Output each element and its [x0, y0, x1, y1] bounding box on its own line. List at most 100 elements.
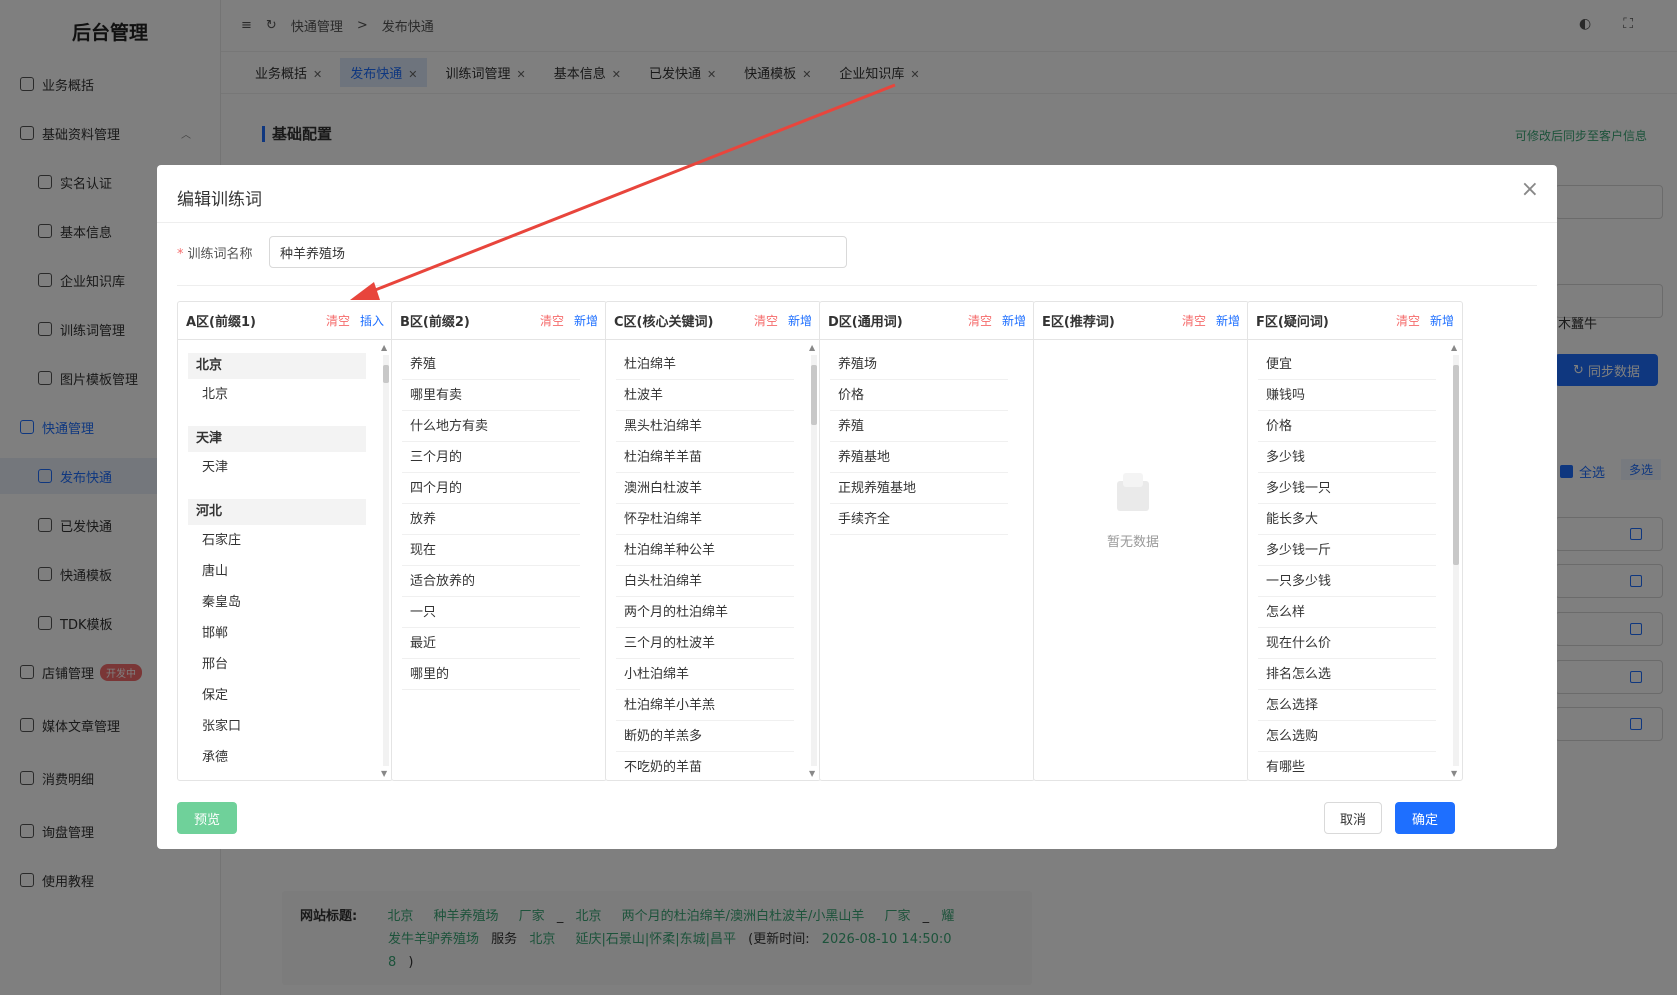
add-button[interactable]: 新增 — [1002, 312, 1026, 329]
list-item[interactable]: 白头杜泊绵羊 — [616, 566, 794, 597]
list-item[interactable]: 三个月的 — [402, 442, 580, 473]
clear-button[interactable]: 清空 — [1396, 312, 1420, 329]
clear-button[interactable]: 清空 — [326, 312, 350, 329]
list-item[interactable]: 石家庄 — [188, 525, 366, 556]
list-item[interactable]: 唐山 — [188, 556, 366, 587]
list-item[interactable]: 怀孕杜泊绵羊 — [616, 504, 794, 535]
list-item[interactable]: 价格 — [1258, 411, 1436, 442]
list-item[interactable]: 现在 — [402, 535, 580, 566]
list-item[interactable]: 有哪些 — [1258, 752, 1436, 780]
list-item[interactable]: 养殖 — [402, 349, 580, 380]
clear-button[interactable]: 清空 — [754, 312, 778, 329]
list-item[interactable]: 养殖 — [830, 411, 1008, 442]
list-item[interactable]: 放养 — [402, 504, 580, 535]
scroll-up-icon[interactable]: ▲ — [381, 343, 387, 352]
list-item[interactable]: 天津 — [188, 452, 366, 483]
list-item[interactable]: 怎么样 — [1258, 597, 1436, 628]
list-item[interactable]: 怎么选择 — [1258, 690, 1436, 721]
divider — [157, 222, 1557, 223]
list-item[interactable]: 多少钱一只 — [1258, 473, 1436, 504]
scrollbar[interactable]: ▲ ▼ — [808, 343, 818, 778]
list-item[interactable]: 一只 — [402, 597, 580, 628]
zone-title: B区(前缀2) — [400, 315, 470, 330]
scrollbar[interactable]: ▲ ▼ — [380, 343, 390, 778]
zone-column-0: A区(前缀1) 清空 插入 北京 北京 天津 天津 河北 石家庄 唐山 秦皇岛 邯郸 邢台 保定 张家口 承德… — [177, 301, 393, 781]
list-item[interactable]: 三个月的杜波羊 — [616, 628, 794, 659]
empty-state: 暂无数据 — [1034, 471, 1232, 550]
list-item[interactable]: 黑头杜泊绵羊 — [616, 411, 794, 442]
zone-column-5: F区(疑问词) 清空 新增便宜 赚钱吗 价格 多少钱 多少钱一只 能长多大 多少钱一斤 一只多少钱… — [1247, 301, 1463, 781]
zone-title: D区(通用词) — [828, 315, 903, 330]
confirm-button[interactable]: 确定 — [1395, 802, 1455, 834]
divider — [177, 285, 1537, 286]
preview-button[interactable]: 预览 — [177, 802, 237, 834]
list-item[interactable]: 杜泊绵羊小羊羔 — [616, 690, 794, 721]
add-button[interactable]: 新增 — [1430, 312, 1454, 329]
list-item[interactable]: 养殖场 — [830, 349, 1008, 380]
list-item[interactable]: 四个月的 — [402, 473, 580, 504]
list-item[interactable]: 最近 — [402, 628, 580, 659]
list-item[interactable]: 杜泊绵羊 — [616, 349, 794, 380]
scroll-up-icon[interactable]: ▲ — [809, 343, 815, 352]
insert-button[interactable]: 插入 — [360, 312, 384, 329]
list-item[interactable]: 适合放养的 — [402, 566, 580, 597]
scroll-down-icon[interactable]: ▼ — [1451, 769, 1457, 778]
scroll-down-icon[interactable]: ▼ — [809, 769, 815, 778]
list-item[interactable]: 哪里的 — [402, 659, 580, 690]
clear-button[interactable]: 清空 — [1182, 312, 1206, 329]
list-item[interactable]: 现在什么价 — [1258, 628, 1436, 659]
list-item[interactable]: 杜泊绵羊羊苗 — [616, 442, 794, 473]
list-item[interactable]: 不吃奶的羊苗 — [616, 752, 794, 780]
add-button[interactable]: 新增 — [574, 312, 598, 329]
list-item[interactable]: 张家口 — [188, 711, 366, 742]
list-item[interactable]: 多少钱一斤 — [1258, 535, 1436, 566]
list-item[interactable]: 手续齐全 — [830, 504, 1008, 535]
list-item[interactable]: 邢台 — [188, 649, 366, 680]
zone-header: F区(疑问词) 清空 新增 — [1248, 302, 1462, 340]
cancel-button[interactable]: 取消 — [1324, 802, 1382, 834]
list-item[interactable]: 断奶的羊羔多 — [616, 721, 794, 752]
scroll-up-icon[interactable]: ▲ — [1451, 343, 1457, 352]
empty-text: 暂无数据 — [1106, 535, 1159, 550]
list-item[interactable]: 承德 — [188, 742, 366, 773]
add-button[interactable]: 新增 — [788, 312, 812, 329]
list-item[interactable]: 小杜泊绵羊 — [616, 659, 794, 690]
list-item[interactable]: 养殖基地 — [830, 442, 1008, 473]
list-item[interactable]: 保定 — [188, 680, 366, 711]
scrollbar[interactable]: ▲ ▼ — [1450, 343, 1460, 778]
zone-column-2: C区(核心关键词) 清空 新增杜泊绵羊 杜波羊 黑头杜泊绵羊 杜泊绵羊羊苗 澳洲白杜波羊 怀孕… — [605, 301, 821, 781]
list-item[interactable]: 一只多少钱 — [1258, 566, 1436, 597]
add-button[interactable]: 新增 — [1216, 312, 1240, 329]
zone-list: 杜泊绵羊 杜波羊 黑头杜泊绵羊 杜泊绵羊羊苗 澳洲白杜波羊 怀孕杜泊绵羊 杜泊绵羊种公羊 白头… — [606, 341, 804, 780]
zone-title: C区(核心关键词) — [614, 315, 714, 330]
name-field-label: * 训练词名称 — [177, 243, 253, 262]
list-item[interactable]: 北京 — [188, 379, 366, 410]
list-item[interactable]: 邯郸 — [188, 618, 366, 649]
list-item[interactable]: 哪里有卖 — [402, 380, 580, 411]
list-item[interactable]: 什么地方有卖 — [402, 411, 580, 442]
clear-button[interactable]: 清空 — [968, 312, 992, 329]
edit-training-word-dialog: 编辑训练词 × *训练词名称 A区(前缀1)清空插入北京北京天津天津河北石家庄唐… — [157, 165, 1557, 849]
list-item[interactable]: 杜泊绵羊种公羊 — [616, 535, 794, 566]
list-item[interactable]: 价格 — [830, 380, 1008, 411]
empty-box-icon — [1109, 471, 1157, 515]
zone-list: 暂无数据 — [1034, 341, 1232, 780]
list-item[interactable]: 赚钱吗 — [1258, 380, 1436, 411]
list-item[interactable]: 便宜 — [1258, 349, 1436, 380]
clear-button[interactable]: 清空 — [540, 312, 564, 329]
list-item[interactable]: 排名怎么选 — [1258, 659, 1436, 690]
zone-column-1: B区(前缀2) 清空 新增养殖 哪里有卖 什么地方有卖 三个月的 四个月的 放养 现在 适合放养的… — [391, 301, 607, 781]
list-item[interactable]: 杜波羊 — [616, 380, 794, 411]
zone-column-4: E区(推荐词) 清空 新增暂无数据 — [1033, 301, 1249, 781]
scroll-down-icon[interactable]: ▼ — [381, 769, 387, 778]
training-word-name-input[interactable] — [269, 236, 847, 268]
close-icon[interactable]: × — [1521, 177, 1539, 202]
list-item[interactable]: 多少钱 — [1258, 442, 1436, 473]
zone-header: E区(推荐词) 清空 新增 — [1034, 302, 1248, 340]
list-item[interactable]: 怎么选购 — [1258, 721, 1436, 752]
list-item[interactable]: 两个月的杜泊绵羊 — [616, 597, 794, 628]
list-item[interactable]: 澳洲白杜波羊 — [616, 473, 794, 504]
list-item[interactable]: 秦皇岛 — [188, 587, 366, 618]
list-item[interactable]: 正规养殖基地 — [830, 473, 1008, 504]
list-item[interactable]: 能长多大 — [1258, 504, 1436, 535]
